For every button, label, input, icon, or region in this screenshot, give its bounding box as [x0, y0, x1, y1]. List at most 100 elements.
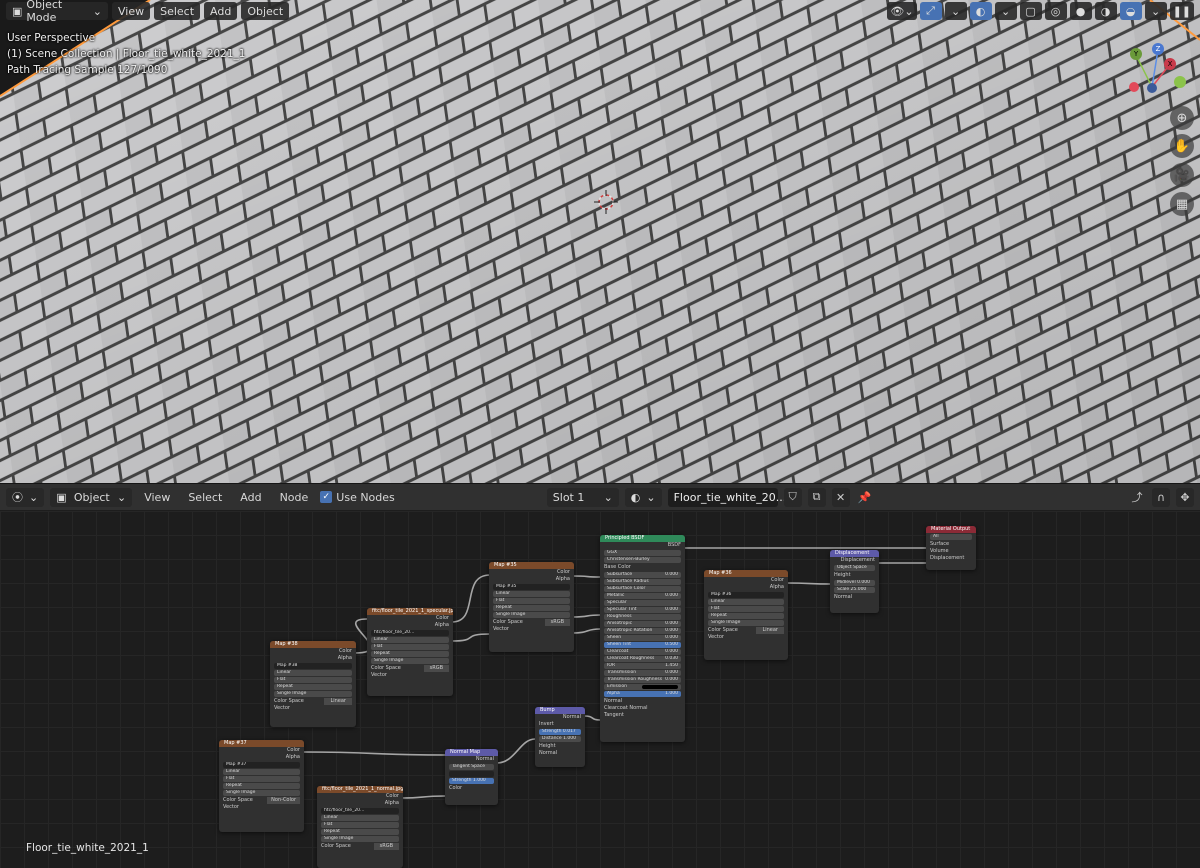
- xray-toggle[interactable]: ▢: [1019, 2, 1042, 20]
- color-space-value[interactable]: Non-Color: [267, 797, 300, 804]
- interpolation-dropdown[interactable]: Linear: [223, 769, 300, 775]
- menu-object[interactable]: Object: [241, 2, 290, 20]
- node-normal-texture[interactable]: fitc/floor_tile_2021_1_normal.jpg Color …: [317, 786, 403, 868]
- source-dropdown[interactable]: Single Image: [493, 612, 570, 618]
- menu-select[interactable]: Select: [154, 2, 201, 20]
- interpolation-dropdown[interactable]: Linear: [493, 591, 570, 597]
- shading-rendered[interactable]: ◒: [1119, 2, 1142, 20]
- use-nodes-toggle[interactable]: ✓ Use Nodes: [320, 491, 395, 504]
- interpolation-dropdown[interactable]: Linear: [708, 599, 784, 605]
- gizmo-toggle[interactable]: ⤢: [919, 2, 942, 20]
- menu-view[interactable]: View: [112, 2, 151, 20]
- image-selector[interactable]: fitc/floor_tile_20...: [321, 808, 399, 814]
- projection-dropdown[interactable]: Flat: [371, 644, 449, 650]
- snap-toggle[interactable]: ∩: [1152, 487, 1170, 507]
- color-space-value[interactable]: sRGB: [544, 619, 570, 626]
- slot-dropdown[interactable]: Slot 1 ⌄: [546, 487, 619, 507]
- node-specular-texture[interactable]: fitc/floor_tile_2021_1_specular.jpg Colo…: [367, 608, 453, 696]
- image-selector[interactable]: Map #36: [708, 592, 784, 598]
- extension-dropdown[interactable]: Repeat: [493, 605, 570, 611]
- bsdf-input-alpha[interactable]: Alpha 1.000: [604, 691, 681, 697]
- color-space-value[interactable]: Linear: [756, 627, 784, 634]
- color-space-value[interactable]: Linear: [324, 698, 352, 705]
- projection-dropdown[interactable]: Flat: [274, 677, 352, 683]
- distance-field[interactable]: Distance 1.000: [539, 736, 581, 742]
- projection-dropdown[interactable]: Flat: [493, 598, 570, 604]
- bsdf-input-subsurface-color[interactable]: Subsurface Color: [604, 586, 681, 592]
- extension-dropdown[interactable]: Repeat: [223, 783, 300, 789]
- image-selector[interactable]: Map #35: [493, 584, 570, 590]
- source-dropdown[interactable]: Single Image: [371, 658, 449, 664]
- projection-dropdown[interactable]: Flat: [321, 822, 399, 828]
- extension-dropdown[interactable]: Repeat: [321, 829, 399, 835]
- image-selector[interactable]: Map #37: [223, 762, 300, 768]
- node-bump[interactable]: Bump Normal Invert Strength 0.017 Distan…: [535, 707, 585, 767]
- space-dropdown[interactable]: Tangent Space: [449, 764, 494, 770]
- material-name-field[interactable]: Floor_tie_white_20...: [667, 487, 786, 507]
- gizmo-dropdown[interactable]: ⌄: [944, 2, 967, 20]
- zoom-button[interactable]: ⊕: [1170, 106, 1194, 130]
- node-material-output[interactable]: Material Output All Surface Volume Displ…: [926, 526, 976, 570]
- subsurface-method-dropdown[interactable]: Christensen-Burley: [604, 557, 681, 563]
- unlink-material-button[interactable]: ✕: [831, 487, 850, 507]
- image-selector[interactable]: Map #38: [274, 663, 352, 669]
- uv-map-field[interactable]: [449, 771, 494, 777]
- bsdf-input-sheen-tint[interactable]: Sheen Tint 0.500: [604, 642, 681, 648]
- color-space-value[interactable]: sRGB: [373, 843, 399, 850]
- menu-add[interactable]: Add: [204, 2, 238, 20]
- distribution-dropdown[interactable]: GGX: [604, 550, 681, 556]
- visibility-dropdown[interactable]: 👁 ⌄: [887, 2, 917, 20]
- source-dropdown[interactable]: Single Image: [708, 620, 784, 626]
- scale-field[interactable]: Scale 25.000: [834, 587, 875, 593]
- fake-user-button[interactable]: ⛉: [783, 487, 802, 507]
- pause-render-button[interactable]: ❚❚: [1169, 2, 1194, 20]
- color-space-value[interactable]: sRGB: [423, 665, 449, 672]
- extension-dropdown[interactable]: Repeat: [708, 613, 784, 619]
- projection-dropdown[interactable]: Flat: [223, 776, 300, 782]
- bsdf-input-transmission[interactable]: Transmission 0.000: [604, 670, 681, 676]
- 3d-cursor[interactable]: [594, 190, 618, 214]
- ortho-toggle-button[interactable]: ▦: [1170, 192, 1194, 216]
- bsdf-input-ior[interactable]: IOR 1.450: [604, 663, 681, 669]
- overlay-dropdown[interactable]: ⌄: [994, 2, 1017, 20]
- source-dropdown[interactable]: Single Image: [223, 790, 300, 796]
- overlay-toggle[interactable]: ◐: [969, 2, 992, 20]
- interpolation-dropdown[interactable]: Linear: [274, 670, 352, 676]
- bsdf-input-subsurface[interactable]: Subsurface 0.000: [604, 572, 681, 578]
- extension-dropdown[interactable]: Repeat: [371, 651, 449, 657]
- ne-menu-view[interactable]: View: [138, 491, 176, 504]
- node-principled-bsdf[interactable]: Principled BSDF BSDF GGX Christensen-Bur…: [600, 535, 685, 742]
- invert-checkbox[interactable]: Invert: [535, 721, 585, 728]
- 3d-viewport[interactable]: ▣ Object Mode ⌄ View Select Add Object 👁…: [0, 0, 1200, 483]
- bsdf-input-specular-tint[interactable]: Specular Tint 0.000: [604, 607, 681, 613]
- mode-dropdown[interactable]: ▣ Object Mode ⌄: [6, 0, 108, 24]
- bsdf-input-anisotropic[interactable]: Anisotropic 0.000: [604, 621, 681, 627]
- parent-node-button[interactable]: ⤴: [1128, 488, 1146, 507]
- node-displacement[interactable]: Displacement Displacement Object Space H…: [830, 550, 879, 613]
- node-map36[interactable]: Map #36 Color Alpha Map #36 Linear Flat …: [704, 570, 788, 660]
- interpolation-dropdown[interactable]: Linear: [321, 815, 399, 821]
- shading-solid[interactable]: ●: [1069, 2, 1092, 20]
- shading-dropdown[interactable]: ⌄: [1144, 2, 1167, 20]
- interpolation-dropdown[interactable]: Linear: [371, 637, 449, 643]
- duplicate-material-button[interactable]: ⧉: [807, 487, 826, 507]
- bsdf-input-sheen[interactable]: Sheen 0.000: [604, 635, 681, 641]
- source-dropdown[interactable]: Single Image: [274, 691, 352, 697]
- strength-field[interactable]: Strength 0.017: [539, 729, 581, 735]
- node-normal-map[interactable]: Normal Map Normal Tangent Space Strength…: [445, 749, 498, 805]
- strength-field[interactable]: Strength 1.000: [449, 778, 494, 784]
- material-browse-button[interactable]: ◐ ⌄: [624, 487, 662, 507]
- navigation-gizmo[interactable]: Y Z X: [1122, 40, 1192, 100]
- bsdf-input-emission[interactable]: Emission: [604, 684, 681, 690]
- editor-type-dropdown[interactable]: ⦿ ⌄: [6, 487, 45, 507]
- source-dropdown[interactable]: Single Image: [321, 836, 399, 842]
- pan-button[interactable]: ✋: [1170, 134, 1194, 158]
- shading-material[interactable]: ◑: [1094, 2, 1117, 20]
- image-selector[interactable]: fitc/floor_tile_20...: [371, 630, 449, 636]
- extension-dropdown[interactable]: Repeat: [274, 684, 352, 690]
- bsdf-input-metallic[interactable]: Metallic 0.000: [604, 593, 681, 599]
- bsdf-input-subsurface-radius[interactable]: Subsurface Radius: [604, 579, 681, 585]
- projection-dropdown[interactable]: Flat: [708, 606, 784, 612]
- bsdf-input-anisotropic-rotation[interactable]: Anisotropic Rotation 0.000: [604, 628, 681, 634]
- space-dropdown[interactable]: Object Space: [834, 565, 875, 571]
